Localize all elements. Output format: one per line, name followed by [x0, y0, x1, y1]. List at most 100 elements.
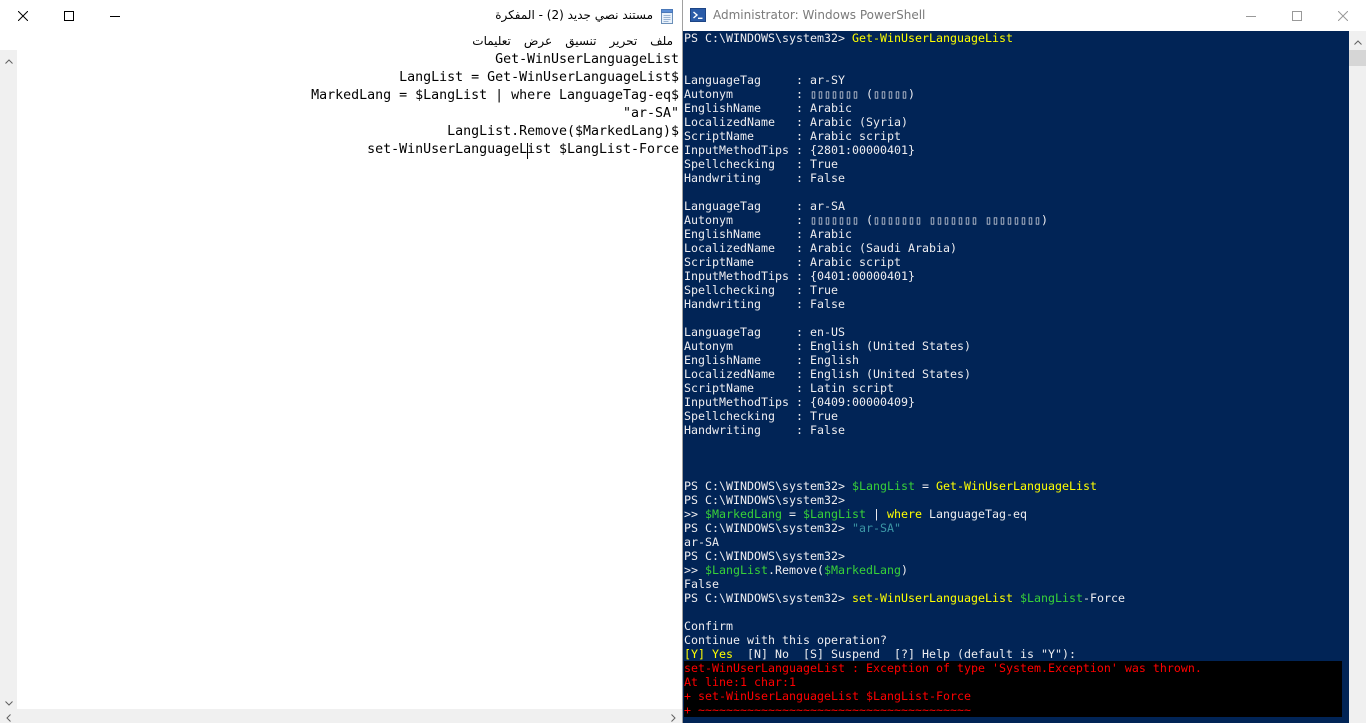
console-text: InputMethodTips : {0401:00000401}	[684, 269, 915, 283]
scroll-up-button[interactable]	[0, 50, 17, 67]
console-text: PS C:\WINDOWS\system32>	[684, 479, 852, 493]
notepad-text-area[interactable]: Get-WinUserLanguageList LangList = Get-W…	[17, 51, 679, 159]
notepad-title-bar[interactable]: مستند نصي جديد (2) - المفكرة	[0, 0, 682, 31]
notepad-text-line: "ar-SA"	[623, 106, 679, 121]
scroll-right-button[interactable]	[665, 709, 682, 723]
scroll-left-button[interactable]	[0, 709, 17, 723]
vertical-scrollbar[interactable]	[0, 50, 17, 709]
console-line: EnglishName : English	[684, 353, 1342, 367]
console-line: Spellchecking : True	[684, 283, 1342, 297]
console-text: EnglishName : Arabic	[684, 101, 852, 115]
window-title: Administrator: Windows PowerShell	[713, 8, 926, 22]
powershell-title-bar[interactable]: Administrator: Windows PowerShell	[683, 0, 1366, 31]
menu-view[interactable]: عرض	[524, 32, 552, 50]
console-text: Get-WinUserLanguageList	[935, 479, 1097, 493]
chevron-right-icon	[671, 707, 676, 723]
console-text: InputMethodTips : {2801:00000401}	[684, 143, 915, 157]
scrollbar-thumb[interactable]	[1349, 50, 1366, 66]
minimize-button[interactable]	[1228, 0, 1274, 31]
minimize-button[interactable]	[92, 0, 138, 31]
console-lines: PS C:\WINDOWS\system32> Get-WinUserLangu…	[684, 31, 1349, 661]
console-text: LanguageTag : en-US	[684, 325, 845, 339]
console-line: Spellchecking : True	[684, 409, 1342, 423]
console-line: ScriptName : Arabic script	[684, 129, 1342, 143]
console-line: InputMethodTips : {2801:00000401}	[684, 143, 1342, 157]
console-line: EnglishName : Arabic	[684, 101, 1342, 115]
console-line: Continue with this operation?	[684, 633, 1342, 647]
console-text: set-WinUserLanguageList	[851, 591, 1013, 605]
console-text: Autonym : ▯▯▯▯▯▯▯ (▯▯▯▯▯)	[684, 87, 915, 101]
menu-help[interactable]: تعليمات	[472, 32, 511, 50]
close-button[interactable]	[0, 0, 46, 31]
console-text: $LangList	[803, 507, 866, 521]
console-line: PS C:\WINDOWS\system32> "ar-SA"	[684, 521, 1342, 535]
console-line: Spellchecking : True	[684, 157, 1342, 171]
console-text: $LangList	[705, 563, 768, 577]
console-line: PS C:\WINDOWS\system32> set-WinUserLangu…	[684, 591, 1342, 605]
console-text: PS C:\WINDOWS\system32>	[684, 521, 852, 535]
console-output[interactable]: PS C:\WINDOWS\system32> Get-WinUserLangu…	[683, 31, 1349, 723]
console-text: ScriptName : Latin script	[684, 381, 894, 395]
console-line: Confirm	[684, 619, 1342, 633]
powershell-window: Administrator: Windows PowerShell PS C:\…	[682, 0, 1366, 723]
console-text: LocalizedName : Arabic (Saudi Arabia)	[684, 241, 957, 255]
powershell-icon[interactable]	[690, 7, 706, 23]
console-line: ar-SA	[684, 535, 1342, 549]
notepad-icon[interactable]	[660, 8, 674, 24]
maximize-button[interactable]	[1274, 0, 1320, 31]
console-text: Handwriting : False	[684, 297, 845, 311]
minimize-icon	[1246, 6, 1256, 25]
console-line: LanguageTag : ar-SA	[684, 199, 1342, 213]
maximize-button[interactable]	[46, 0, 92, 31]
close-button[interactable]	[1320, 0, 1366, 31]
menu-file[interactable]: ملف	[650, 32, 673, 50]
console-error-line: + set-WinUserLanguageList $LangList-Forc…	[684, 689, 1342, 703]
horizontal-scrollbar[interactable]	[0, 709, 682, 723]
console-text: LocalizedName : English (United States)	[684, 367, 971, 381]
console-text: LanguageTag : ar-SY	[684, 73, 845, 87]
menu-format[interactable]: تنسيق	[565, 32, 596, 50]
console-text: >>	[684, 563, 705, 577]
console-text: =	[782, 507, 803, 521]
scroll-up-button[interactable]	[1349, 31, 1366, 48]
console-text: "ar-SA"	[851, 521, 901, 535]
console-line: Handwriting : False	[684, 423, 1342, 437]
console-text: $MarkedLang	[824, 563, 901, 577]
window-title: مستند نصي جديد (2) - المفكرة	[495, 8, 653, 22]
console-text: >>	[684, 507, 705, 521]
console-text: EnglishName : English	[684, 353, 859, 367]
console-line: LocalizedName : Arabic (Syria)	[684, 115, 1342, 129]
notepad-text-line: LangList.Remove($MarkedLang)$	[447, 124, 679, 139]
console-line: LocalizedName : Arabic (Saudi Arabia)	[684, 241, 1342, 255]
console-line: LanguageTag : en-US	[684, 325, 1342, 339]
console-text: LanguageTag-eq	[922, 507, 1027, 521]
vertical-scrollbar[interactable]	[1349, 31, 1366, 723]
console-text: PS C:\WINDOWS\system32>	[684, 31, 852, 45]
console-text: EnglishName : Arabic	[684, 227, 852, 241]
console-line: PS C:\WINDOWS\system32>	[684, 493, 1342, 507]
chevron-left-icon	[6, 707, 11, 723]
console-line: EnglishName : Arabic	[684, 227, 1342, 241]
console-line: InputMethodTips : {0401:00000401}	[684, 269, 1342, 283]
console-line: >> $MarkedLang = $LangList | where Langu…	[684, 507, 1342, 521]
console-text: .Remove(	[768, 563, 824, 577]
menu-edit[interactable]: تحرير	[610, 32, 638, 50]
console-text: Handwriting : False	[684, 423, 845, 437]
maximize-icon	[64, 6, 74, 25]
console-line: PS C:\WINDOWS\system32> Get-WinUserLangu…	[684, 31, 1342, 45]
console-line: ScriptName : Arabic script	[684, 255, 1342, 269]
notepad-text-line: LangList = Get-WinUserLanguageList$	[399, 70, 679, 85]
console-text: Spellchecking : True	[684, 283, 838, 297]
console-text: Continue with this operation?	[684, 633, 887, 647]
console-error-line: At line:1 char:1	[684, 675, 1342, 689]
console-text: $LangList	[1019, 591, 1083, 605]
console-line: Handwriting : False	[684, 171, 1342, 185]
